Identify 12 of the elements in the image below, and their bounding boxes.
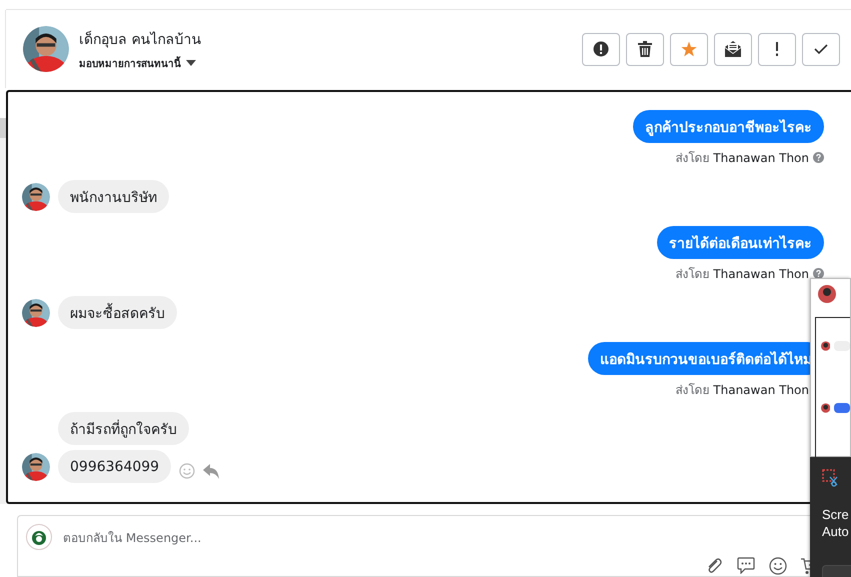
received-message: 0996364099	[58, 450, 172, 483]
received-message: พนักงานบริษัท	[58, 180, 169, 213]
received-message: ถ้ามีรถที่ถูกใจครับ	[58, 412, 189, 445]
contact-name: เด็กอุบล คนไกลบ้าน	[79, 30, 202, 50]
reply-placeholder: ตอบกลับใน Messenger...	[63, 530, 202, 546]
sender-label: ส่งโดย Thanawan Thon	[675, 382, 809, 399]
notification-text: Auto	[822, 524, 850, 539]
sender-label: ส่งโดย Thanawan Thon	[675, 266, 809, 283]
sent-message: รายได้ต่อเดือนเท่าไรคะ	[657, 226, 824, 259]
sender-label: ส่งโดย Thanawan Thon	[675, 150, 809, 167]
received-message: ผมจะซื้อสดครับ	[58, 296, 177, 329]
sent-message: ลูกค้าประกอบอาชีพอะไรคะ	[633, 110, 824, 143]
